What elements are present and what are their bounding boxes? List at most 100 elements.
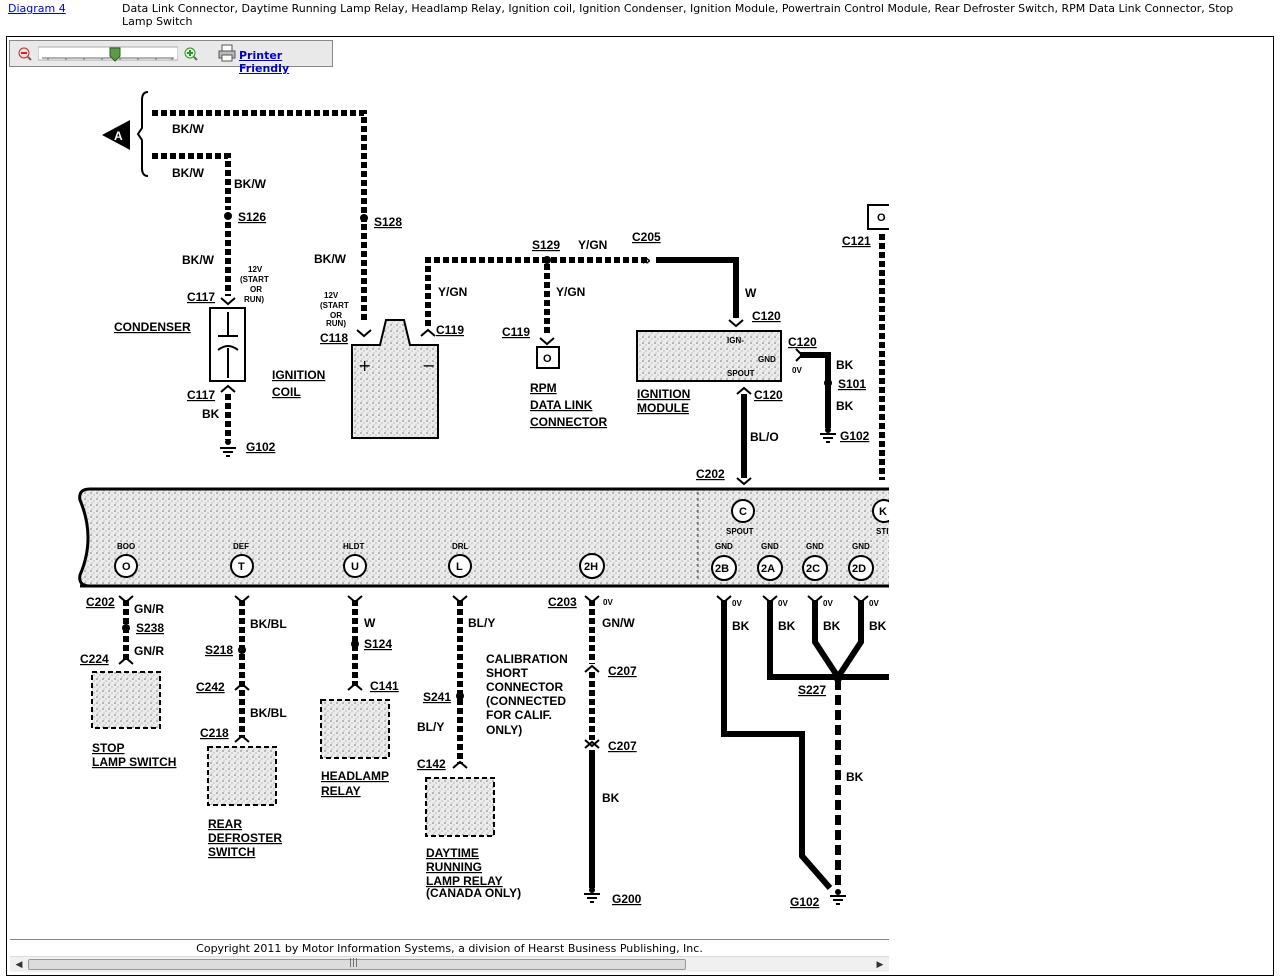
svg-text:T: T (238, 561, 245, 573)
svg-text:C: C (739, 506, 747, 518)
zoom-out-icon[interactable] (18, 46, 32, 61)
scroll-right-icon[interactable]: ▶ (873, 959, 887, 971)
footer-divider (10, 939, 889, 940)
headlamp-relay (320, 699, 390, 759)
svg-text:HLDT: HLDT (343, 542, 364, 551)
svg-text:C117: C117 (187, 388, 215, 402)
svg-text:S101: S101 (838, 377, 866, 391)
copyright-text: Copyright 2011 by Motor Information Syst… (196, 942, 703, 955)
svg-text:O: O (543, 353, 552, 365)
svg-text:C121: C121 (842, 234, 871, 248)
wire-label: BK (602, 791, 620, 805)
scroll-left-icon[interactable]: ◀ (12, 959, 26, 971)
svg-text:2B: 2B (715, 563, 729, 575)
zoom-slider[interactable] (37, 46, 179, 62)
svg-text:12V: 12V (248, 265, 263, 274)
svg-text:COIL: COIL (272, 385, 301, 399)
svg-text:L: L (456, 561, 463, 573)
scrollbar-thumb[interactable]: ||| (28, 958, 686, 970)
svg-text:GND: GND (761, 542, 779, 551)
svg-text:0V: 0V (823, 599, 833, 608)
svg-text:C202: C202 (86, 595, 115, 609)
wire-label: BK (869, 619, 887, 633)
svg-text:S241: S241 (423, 690, 451, 704)
svg-text:S218: S218 (205, 643, 233, 657)
svg-text:RUN): RUN) (244, 295, 264, 304)
svg-text:C117: C117 (187, 290, 215, 304)
svg-text:C118: C118 (320, 331, 348, 345)
svg-text:(START: (START (320, 301, 349, 310)
svg-text:RUN): RUN) (326, 319, 346, 328)
wire-label: BK/W (314, 252, 347, 266)
horizontal-scrollbar[interactable]: ◀ ||| ▶ (10, 956, 889, 972)
svg-text:GND: GND (852, 542, 870, 551)
svg-text:SPOUT: SPOUT (727, 369, 755, 378)
svg-text:0V: 0V (869, 599, 879, 608)
svg-text:CONNECTOR: CONNECTOR (486, 680, 563, 694)
svg-text:DRL: DRL (452, 542, 469, 551)
svg-text:SHORT: SHORT (486, 666, 529, 680)
svg-text:STI: STI (876, 527, 888, 536)
wire-label: Y/GN (556, 285, 585, 299)
daytime-running-lamp-relay (425, 777, 495, 837)
svg-text:0V: 0V (778, 599, 788, 608)
splice-label: S126 (238, 210, 266, 224)
svg-text:C119: C119 (436, 323, 464, 337)
zoom-in-icon[interactable] (184, 46, 198, 61)
svg-text:S124: S124 (364, 637, 392, 651)
svg-text:GND: GND (806, 542, 824, 551)
wire-label: GN/R (134, 602, 164, 616)
stop-lamp-switch (91, 671, 161, 729)
svg-text:GND: GND (715, 542, 733, 551)
svg-text:RPM: RPM (530, 381, 557, 395)
svg-text:RELAY: RELAY (321, 784, 361, 798)
svg-text:MODULE: MODULE (637, 401, 689, 415)
svg-text:C141: C141 (370, 679, 399, 693)
svg-text:C203: C203 (548, 595, 577, 609)
svg-text:S129: S129 (532, 238, 560, 252)
wire-label: BK (846, 770, 864, 784)
diagram-link[interactable]: Diagram 4 (8, 2, 66, 15)
ground-symbol (220, 447, 236, 457)
svg-text:IGNITION: IGNITION (637, 387, 690, 401)
svg-text:C142: C142 (417, 757, 446, 771)
svg-text:0V: 0V (792, 366, 802, 375)
svg-text:HEADLAMP: HEADLAMP (321, 769, 389, 783)
wire-label: BK/BL (250, 617, 287, 631)
condenser (209, 307, 246, 382)
svg-text:C207: C207 (608, 664, 637, 678)
svg-text:CONNECTOR: CONNECTOR (530, 415, 607, 429)
svg-text:BOO: BOO (117, 542, 135, 551)
svg-text:C207: C207 (608, 739, 637, 753)
svg-text:C202: C202 (696, 467, 725, 481)
svg-text:O: O (122, 561, 131, 573)
svg-text:S227: S227 (798, 683, 826, 697)
svg-text:OR: OR (250, 285, 262, 294)
wire-label: BK/W (172, 122, 205, 136)
wire-label: BK/W (182, 253, 215, 267)
svg-text:G200: G200 (612, 892, 642, 906)
wire-label: W (364, 616, 376, 630)
wire-label: Y/GN (578, 238, 607, 252)
wire-label: BK (823, 619, 841, 633)
svg-text:ONLY): ONLY) (486, 723, 522, 737)
svg-text:G102: G102 (790, 895, 820, 909)
svg-text:2C: 2C (806, 563, 820, 575)
ground-symbol (820, 433, 836, 443)
svg-text:0V: 0V (603, 598, 613, 607)
printer-icon[interactable] (218, 44, 236, 62)
svg-text:0V: 0V (732, 599, 742, 608)
svg-text:C120: C120 (752, 309, 781, 323)
svg-text:C205: C205 (632, 230, 661, 244)
wire-label: BK (836, 358, 854, 372)
wire-label: BK (778, 619, 796, 633)
svg-text:(START: (START (240, 275, 269, 284)
svg-text:IGNITION: IGNITION (272, 368, 325, 382)
wire-label: BK (836, 399, 854, 413)
svg-text:C120: C120 (788, 335, 817, 349)
svg-text:RUNNING: RUNNING (426, 860, 482, 874)
svg-text:»: » (642, 253, 651, 269)
svg-text:2D: 2D (852, 563, 866, 575)
svg-text:U: U (351, 561, 359, 573)
wire-label: GN/R (134, 644, 164, 658)
